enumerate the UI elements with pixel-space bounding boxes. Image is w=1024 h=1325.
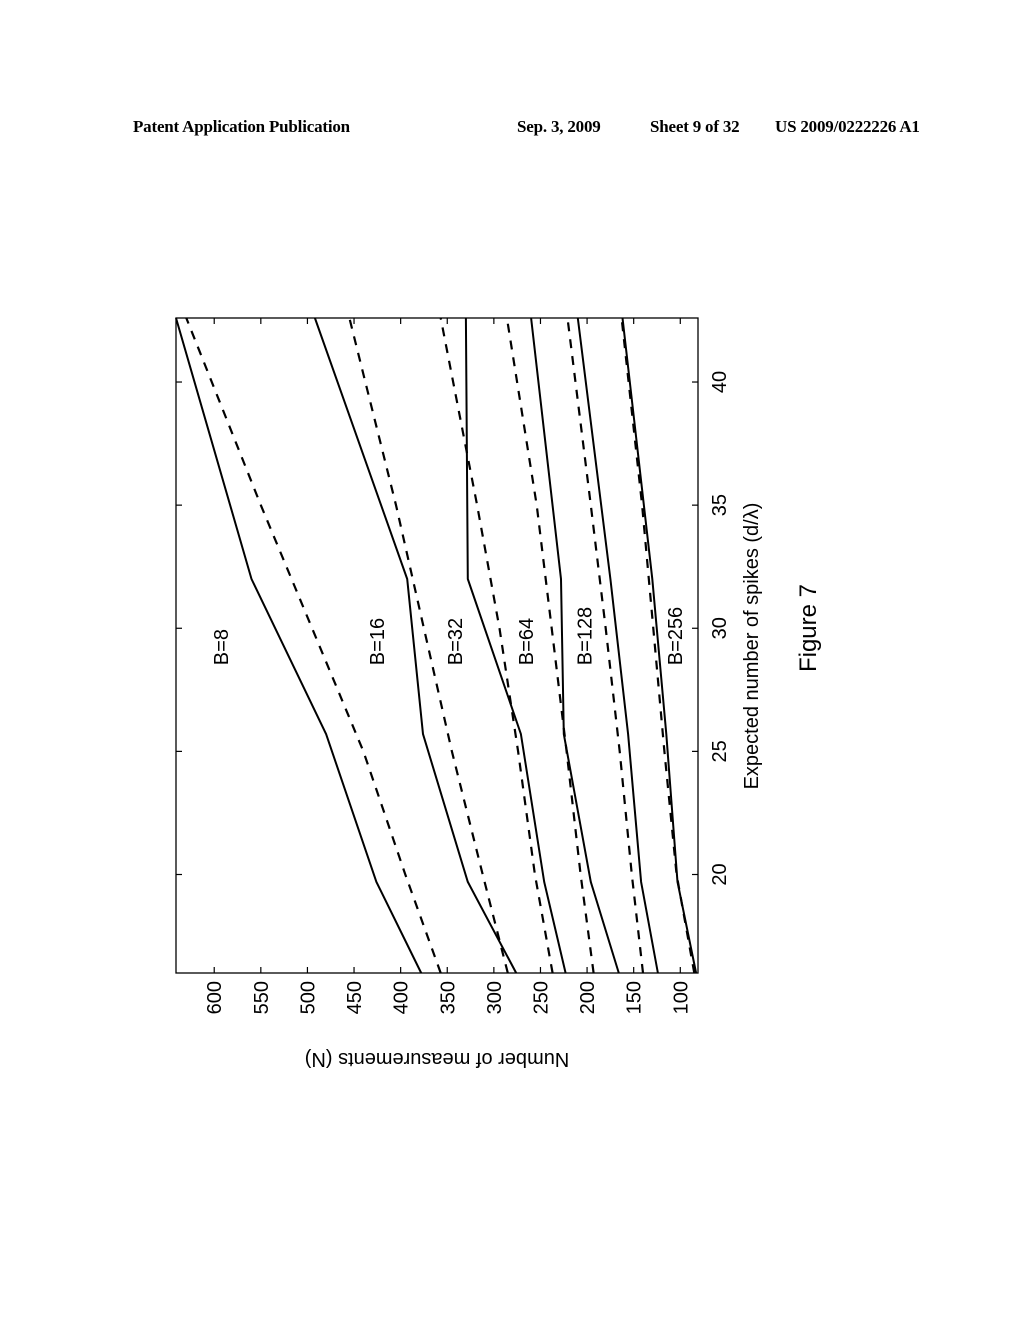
y-tick-label: 500 [297,981,319,1014]
y-tick-label: 150 [624,981,646,1014]
y-tick-label: 350 [437,981,459,1014]
curve-label: B=32 [445,618,467,665]
figure-caption: Figure 7 [795,584,822,672]
curve-label: B=256 [665,607,687,665]
y-tick-label: 250 [530,981,552,1014]
y-tick-label: 300 [484,981,506,1014]
x-tick-label: 40 [709,371,731,393]
figure-7: 20 25 30 35 40 100 150 200 250 300 350 400 450 500 55… [0,0,1024,1320]
curve-label: B=16 [367,618,389,665]
y-tick-label: 100 [670,981,692,1014]
x-tick-label: 35 [709,494,731,516]
chart: 20 25 30 35 40 100 150 200 250 300 350 400 450 500 55… [175,317,822,1070]
plot-frame [175,317,699,974]
x-tick-label: 25 [709,740,731,762]
y-tick-label: 600 [204,981,226,1014]
y-tick-label: 550 [251,981,273,1014]
series-line-b-16-solid [313,317,518,974]
curve-label: B=128 [575,607,597,665]
series-layer [175,317,698,974]
x-axis-label: Expected number of spikes (d/λ) [741,503,763,790]
curve-label: B=8 [211,629,233,665]
curve-label: B=64 [516,618,538,665]
y-tick-label: 200 [577,981,599,1014]
curve-labels: B=8 B=16 B=32 B=64 B=128 B=256 [211,607,687,665]
y-tick-label: 400 [391,981,413,1014]
y-tick-label: 450 [344,981,366,1014]
x-tick-label: 30 [709,617,731,639]
y-axis-label: Number of measurements (N) [305,1048,570,1070]
x-tick-label: 20 [709,863,731,885]
